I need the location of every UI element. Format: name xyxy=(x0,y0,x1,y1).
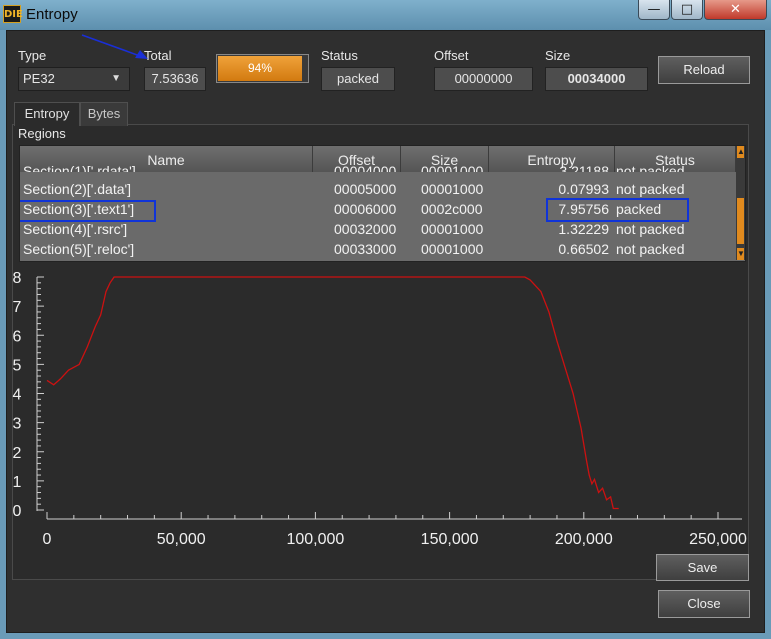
cell-status: not packed xyxy=(616,181,685,197)
status-label: Status xyxy=(321,48,358,63)
cell-entropy: 0.66502 xyxy=(558,241,609,257)
progress-text: 94% xyxy=(247,61,273,75)
y-tick-label: 8 xyxy=(13,270,22,287)
minimize-button[interactable]: — xyxy=(638,0,670,20)
cell-size: 0002c000 xyxy=(421,201,483,217)
table-row[interactable]: Section(4)['.rsrc'] 00032000 00001000 1.… xyxy=(20,219,736,239)
status-value-field: packed xyxy=(321,67,395,91)
x-tick-label: 50,000 xyxy=(157,531,206,548)
chevron-down-icon: ▼ xyxy=(111,73,121,84)
save-button[interactable]: Save xyxy=(656,554,749,581)
x-tick-label: 0 xyxy=(43,531,52,548)
window-close-button[interactable]: ✕ xyxy=(704,0,767,20)
y-tick-label: 3 xyxy=(13,416,22,433)
window-title: Entropy xyxy=(26,6,78,23)
maximize-button[interactable]: □ xyxy=(671,0,703,20)
cell-offset: 00033000 xyxy=(334,241,397,257)
y-tick-label: 0 xyxy=(13,503,22,520)
close-button[interactable]: Close xyxy=(658,590,750,618)
cell-size: 00001000 xyxy=(421,221,484,237)
type-select-value: PE32 xyxy=(23,71,55,86)
cell-name: Section(2)['.data'] xyxy=(23,181,132,197)
offset-field[interactable]: 00000000 xyxy=(434,67,533,91)
table-row[interactable]: Section(2)['.data'] 00005000 00001000 0.… xyxy=(20,179,736,199)
y-tick-label: 6 xyxy=(13,328,22,345)
cell-size: 00001000 xyxy=(421,241,484,257)
x-tick-label: 200,000 xyxy=(555,531,613,548)
highlight-box-name xyxy=(20,200,156,222)
y-tick-label: 5 xyxy=(13,357,22,374)
table-scrollbar[interactable]: ▲ ▼ xyxy=(736,146,745,260)
table-row[interactable]: Section(5)['.reloc'] 00033000 00001000 0… xyxy=(20,239,736,259)
cell-status: not packed xyxy=(616,221,685,237)
type-label: Type xyxy=(18,48,47,63)
app-logo-icon: DIE xyxy=(3,5,23,23)
cell-name: Section(4)['.rsrc'] xyxy=(23,221,128,237)
cell-offset: 00006000 xyxy=(334,201,397,217)
annotation-arrow-icon xyxy=(81,34,148,59)
size-field[interactable]: 00034000 xyxy=(545,67,648,91)
cell-offset: 00032000 xyxy=(334,221,397,237)
scroll-up-icon[interactable]: ▲ xyxy=(737,146,745,158)
y-tick-label: 4 xyxy=(13,387,22,404)
tab-entropy[interactable]: Entropy xyxy=(14,102,80,126)
regions-table: Name Offset Size Entropy Status Section(… xyxy=(19,145,746,262)
cell-size: 00001000 xyxy=(421,181,484,197)
cell-offset: 00005000 xyxy=(334,181,397,197)
scroll-thumb[interactable] xyxy=(737,198,744,244)
type-select[interactable]: PE32 ▼ xyxy=(18,67,130,91)
reload-button[interactable]: Reload xyxy=(658,56,750,84)
cell-entropy: 1.32229 xyxy=(558,221,609,237)
scroll-down-icon[interactable]: ▼ xyxy=(737,248,745,260)
cell-name: Section(5)['.reloc'] xyxy=(23,241,135,257)
cell-status: not packed xyxy=(616,241,685,257)
x-tick-label: 100,000 xyxy=(286,531,344,548)
y-tick-label: 1 xyxy=(13,474,22,491)
tab-bytes[interactable]: Bytes xyxy=(80,102,128,126)
y-tick-label: 2 xyxy=(13,445,22,462)
x-tick-label: 150,000 xyxy=(421,531,479,548)
highlight-box-entropy xyxy=(546,198,689,222)
size-label: Size xyxy=(545,48,571,63)
y-tick-label: 7 xyxy=(13,299,22,316)
entropy-series-line xyxy=(46,276,619,510)
offset-label: Offset xyxy=(434,48,469,63)
x-tick-label: 250,000 xyxy=(689,531,747,548)
total-value-field: 7.53636 xyxy=(144,67,206,91)
entropy-chart: 0 1 2 3 4 5 6 7 8 0 50,000 100,000 150,000 200,000 250… xyxy=(13,270,747,548)
entropy-progress-bar: 94% xyxy=(216,54,309,83)
regions-label: Regions xyxy=(18,126,66,141)
cell-entropy: 0.07993 xyxy=(558,181,609,197)
